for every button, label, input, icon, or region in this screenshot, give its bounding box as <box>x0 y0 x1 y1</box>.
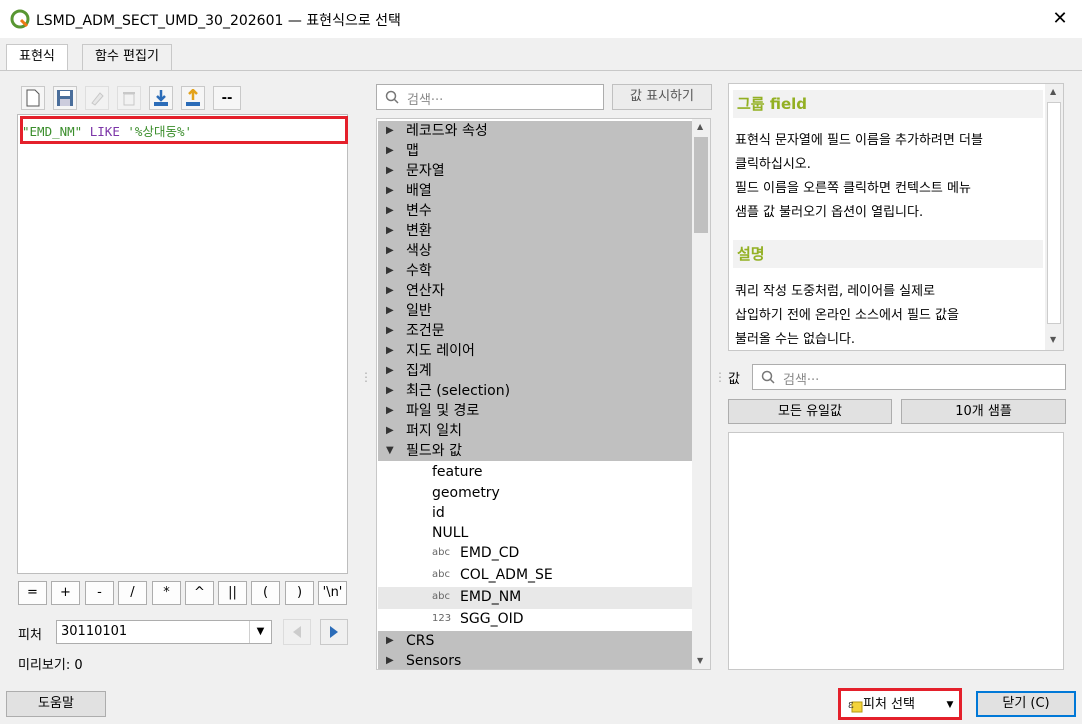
search-icon <box>385 90 399 104</box>
close-button[interactable]: 닫기 (C) <box>976 691 1076 717</box>
tree-group[interactable]: ▶ 변환 <box>378 221 693 241</box>
tree-group[interactable]: ▶ 배열 <box>378 181 693 201</box>
tree-group[interactable]: ▶ 최근 (selection) <box>378 381 693 401</box>
tree-group[interactable]: ▶ 파일 및 경로 <box>378 401 693 421</box>
tree-group[interactable]: ▶ 조건문 <box>378 321 693 341</box>
preview-output: 미리보기: 0 <box>18 658 83 673</box>
search-placeholder: 검색··· <box>783 373 820 388</box>
ten-samples-button[interactable]: 10개 샘플 <box>901 399 1066 424</box>
tree-group[interactable]: ▶ 맵 <box>378 141 693 161</box>
op-power-button[interactable]: ^ <box>185 581 214 605</box>
select-features-label: 피처 선택 <box>863 697 915 712</box>
op-close-paren-button[interactable]: ) <box>285 581 314 605</box>
help-panel: 그룹 field 표현식 문자열에 필드 이름을 추가하려면 더블 클릭하십시오… <box>728 83 1064 351</box>
help-heading-group: 그룹 field <box>733 90 1043 118</box>
help-heading-description: 설명 <box>733 240 1043 268</box>
search-icon <box>761 370 775 384</box>
feature-label: 피처 <box>18 628 42 643</box>
tab-function-editor[interactable]: 함수 편집기 <box>82 44 172 70</box>
import-icon[interactable] <box>149 86 173 110</box>
help-paragraph: 쿼리 작성 도중처럼, 레이어를 실제로 삽입하기 전에 온라인 소스에서 필드… <box>735 284 959 347</box>
values-search-input[interactable]: 검색··· <box>752 364 1066 390</box>
op-newline-button[interactable]: '\n' <box>318 581 347 605</box>
tree-item[interactable]: NULL <box>378 523 693 544</box>
tree-group[interactable]: ▶ 레코드와 속성 <box>378 121 693 141</box>
tree-group[interactable]: ▶ 수학 <box>378 261 693 281</box>
scrollbar-thumb[interactable] <box>694 137 708 233</box>
tab-divider <box>0 70 1082 71</box>
delete-icon <box>117 86 141 110</box>
window-title: LSMD_ADM_SECT_UMD_30_202601 — 표현식으로 선택 <box>36 13 401 29</box>
feature-value: 30110101 <box>61 624 128 639</box>
close-window-icon[interactable]: ✕ <box>1048 7 1072 31</box>
tree-group[interactable]: ▶ 색상 <box>378 241 693 261</box>
chevron-down-icon[interactable]: ▼ <box>943 693 957 717</box>
edit-icon <box>85 86 109 110</box>
title-bar: LSMD_ADM_SECT_UMD_30_202601 — 표현식으로 선택 ✕ <box>0 0 1082 38</box>
function-tree[interactable]: ▶ 레코드와 속성 ▶ 맵 ▶ 문자열 ▶ 배열 ▶ 변수 ▶ 변환 ▶ 색상 ▶ 수학 ▶ 연산… <box>376 118 711 670</box>
feature-combo[interactable]: 30110101 ▼ <box>56 620 272 644</box>
search-placeholder: 검색··· <box>407 93 444 108</box>
function-search-input[interactable]: 검색··· <box>376 84 604 110</box>
show-values-button[interactable]: 값 표시하기 <box>612 84 712 110</box>
save-icon[interactable] <box>53 86 77 110</box>
tree-group[interactable]: ▶ 퍼지 일치 <box>378 421 693 441</box>
splitter-handle[interactable]: ⋮ <box>360 370 372 384</box>
qgis-logo-icon <box>10 9 30 29</box>
tree-group-expanded[interactable]: ▼ 필드와 값 <box>378 441 693 461</box>
tree-group[interactable]: ▶ 변수 <box>378 201 693 221</box>
tree-item[interactable]: feature <box>378 462 693 483</box>
help-button[interactable]: 도움말 <box>6 691 106 717</box>
tree-group[interactable]: ▶ 문자열 <box>378 161 693 181</box>
tree-item[interactable]: geometry <box>378 483 693 504</box>
tree-field-item[interactable]: abc COL_ADM_SE <box>378 565 693 587</box>
tree-group[interactable]: ▶ 연산자 <box>378 281 693 301</box>
tree-scrollbar[interactable]: ▲ ▼ <box>692 119 710 669</box>
tree-field-item[interactable]: 123 SGG_OID <box>378 609 693 631</box>
scrollbar-thumb[interactable] <box>1047 102 1061 324</box>
op-divide-button[interactable]: / <box>118 581 147 605</box>
expression-highlight-box <box>20 116 348 144</box>
op-open-paren-button[interactable]: ( <box>251 581 280 605</box>
tree-group[interactable]: ▶ 일반 <box>378 301 693 321</box>
previous-feature-button[interactable] <box>283 619 311 645</box>
comment-button[interactable]: -- <box>213 86 241 110</box>
all-unique-values-button[interactable]: 모든 유일값 <box>728 399 892 424</box>
op-equals-button[interactable]: = <box>18 581 47 605</box>
next-feature-button[interactable] <box>320 619 348 645</box>
tree-group[interactable]: ▶ Sensors <box>378 651 693 669</box>
help-paragraph: 표현식 문자열에 필드 이름을 추가하려면 더블 클릭하십시오. 필드 이름을 … <box>735 133 983 220</box>
chevron-down-icon[interactable]: ▼ <box>249 621 271 643</box>
tree-item[interactable]: id <box>378 503 693 524</box>
splitter-handle[interactable]: ⋮ <box>714 370 726 384</box>
tree-group[interactable]: ▶ CRS <box>378 631 693 651</box>
op-plus-button[interactable]: + <box>51 581 80 605</box>
values-list[interactable] <box>728 432 1064 670</box>
op-multiply-button[interactable]: * <box>152 581 181 605</box>
tab-expression[interactable]: 표현식 <box>6 44 68 71</box>
tree-field-item-selected[interactable]: abc EMD_NM <box>378 587 693 609</box>
select-features-button[interactable]: ε 피처 선택 ▼ <box>838 688 962 720</box>
export-icon[interactable] <box>181 86 205 110</box>
op-minus-button[interactable]: - <box>85 581 114 605</box>
tree-group[interactable]: ▶ 지도 레이어 <box>378 341 693 361</box>
help-scrollbar[interactable]: ▲ ▼ <box>1045 84 1063 350</box>
expression-editor[interactable]: "EMD_NM" LIKE '%상대동%' <box>17 114 348 574</box>
op-concat-button[interactable]: || <box>218 581 247 605</box>
tree-group[interactable]: ▶ 집계 <box>378 361 693 381</box>
new-file-icon[interactable] <box>21 86 45 110</box>
values-label: 값 <box>728 372 740 387</box>
tree-field-item[interactable]: abc EMD_CD <box>378 543 693 565</box>
